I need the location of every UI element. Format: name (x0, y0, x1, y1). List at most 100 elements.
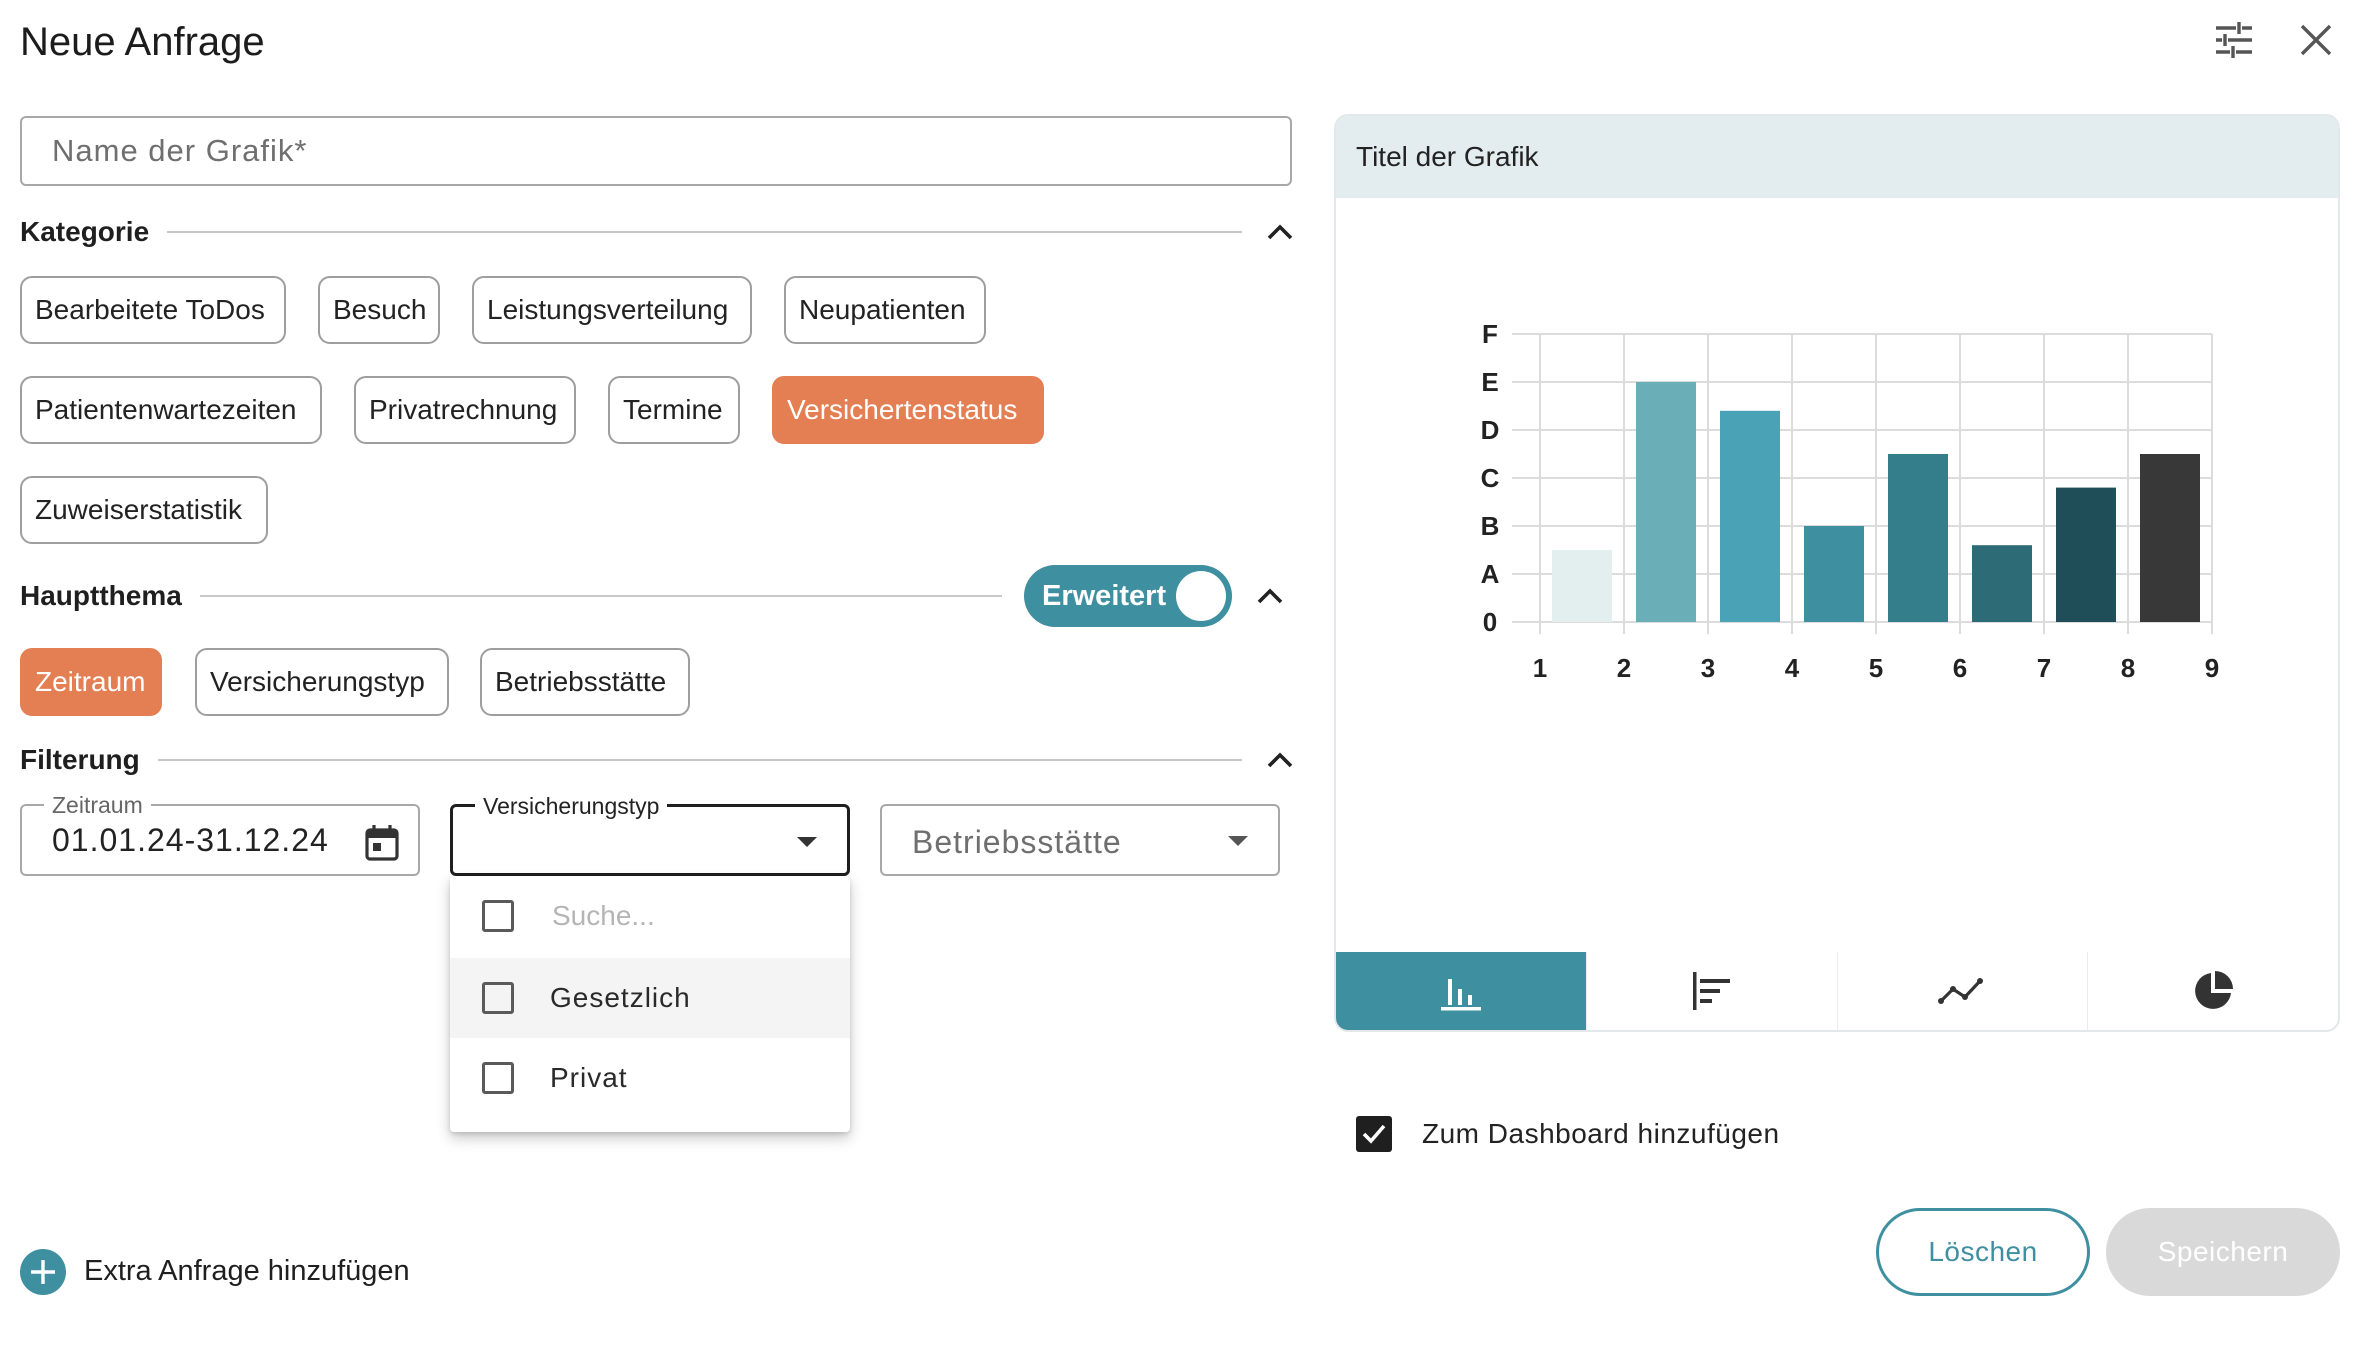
bar (1972, 545, 2032, 622)
hauptthema-label: Hauptthema (20, 580, 182, 611)
kategorie-label: Kategorie (20, 216, 150, 247)
chip-label: Leistungsverteilung (487, 294, 729, 325)
chip-zuweiserstatistik[interactable]: Zuweiserstatistik (20, 476, 268, 544)
bar (2140, 454, 2200, 622)
y-tick-label: E (1481, 367, 1498, 397)
pie-chart-icon (2195, 971, 2234, 1009)
versicherungstyp-menu: Gesetzlich Privat (450, 876, 850, 1132)
bar (1636, 382, 1696, 622)
chip-label: Zuweiserstatistik (35, 494, 242, 525)
line-chart-icon (1938, 978, 1984, 1004)
chip-termine[interactable]: Termine (608, 376, 740, 444)
settings-sliders-glyph (2216, 22, 2252, 58)
chip-patientenwartezeiten[interactable]: Patientenwartezeiten (20, 376, 322, 444)
chevron-up-icon[interactable] (1260, 212, 1300, 252)
x-tick-label: 5 (1869, 653, 1883, 683)
section-divider (199, 595, 1002, 597)
chip-bearbeitete-todos[interactable]: Bearbeitete ToDos (20, 276, 286, 344)
bar (2056, 487, 2116, 622)
erweitert-toggle[interactable]: Erweitert (1024, 565, 1232, 627)
filterung-section-header: Filterung (20, 740, 1300, 780)
bar (1552, 550, 1612, 622)
dashboard-checkbox[interactable] (1356, 1116, 1392, 1152)
chart-type-tabs (1336, 952, 2338, 1030)
chip-privatrechnung[interactable]: Privatrechnung (354, 376, 576, 444)
option-checkbox[interactable] (482, 982, 514, 1014)
dashboard-label: Zum Dashboard hinzufügen (1422, 1118, 1780, 1149)
menu-option-gesetzlich[interactable]: Gesetzlich (450, 958, 850, 1038)
checkmark-icon (1362, 1124, 1386, 1144)
menu-search-input[interactable] (550, 899, 834, 933)
bar-chart-icon (1440, 979, 1481, 1011)
chip-leistungsverteilung[interactable]: Leistungsverteilung (472, 276, 752, 344)
toggle-knob (1176, 571, 1226, 621)
close-glyph (2300, 24, 2332, 56)
x-tick-label: 1 (1533, 653, 1547, 683)
extra-request-link[interactable]: Extra Anfrage hinzufügen (84, 1255, 410, 1288)
chip-versichertenstatus[interactable]: Versichertenstatus (772, 376, 1044, 444)
x-tick-label: 2 (1617, 653, 1631, 683)
bar-chart: 0 ABCDEF 1 2 3 4 5 6 7 8 9 (1481, 319, 2220, 683)
add-circle-icon[interactable] (20, 1249, 66, 1295)
tab-horizontal-bar-chart[interactable] (1585, 952, 1837, 1030)
x-tick-label: 4 (1785, 653, 1800, 683)
zeitraum-value: 01.01.24-31.12.24 (52, 822, 329, 858)
versicherungstyp-field-label: Versicherungstyp (475, 793, 668, 819)
dropdown-arrow-icon (1228, 836, 1248, 846)
zeitraum-field-label: Zeitraum (44, 792, 151, 818)
tab-pie-chart[interactable] (2087, 952, 2338, 1030)
bar (1720, 410, 1780, 622)
chevron-up-icon[interactable] (1250, 576, 1290, 616)
chip-neupatienten[interactable]: Neupatienten (784, 276, 986, 344)
hauptthema-section-header: Hauptthema (20, 576, 1020, 616)
close-icon[interactable] (2292, 16, 2340, 64)
select-all-checkbox[interactable] (482, 900, 514, 932)
tab-line-chart[interactable] (1836, 952, 2088, 1030)
bar (1888, 454, 1948, 622)
chip-label: Bearbeitete ToDos (35, 294, 265, 325)
x-tick-label: 9 (2205, 653, 2219, 683)
dialog-title: Neue Anfrage (20, 20, 265, 64)
kategorie-section-header: Kategorie (20, 212, 1300, 252)
section-divider (157, 759, 1242, 761)
chevron-up-icon[interactable] (1260, 740, 1300, 780)
chart-name-input[interactable] (20, 116, 1292, 186)
x-tick-label: 3 (1701, 653, 1715, 683)
chip-label: Zeitraum (35, 666, 146, 697)
menu-option-privat[interactable]: Privat (450, 1038, 850, 1118)
y-tick-label: C (1481, 463, 1500, 493)
chip-betriebsstaette[interactable]: Betriebsstätte (480, 648, 690, 716)
chart-preview-panel: Titel der Grafik 0 ABCDEF 1 2 3 4 5 6 7 8 9 (1334, 114, 2340, 1032)
toggle-label: Erweitert (1042, 579, 1167, 612)
settings-sliders-icon[interactable] (2210, 16, 2258, 64)
chip-besuch[interactable]: Besuch (318, 276, 440, 344)
chip-versicherungstyp[interactable]: Versicherungstyp (195, 648, 449, 716)
y-tick-label: F (1482, 319, 1498, 349)
x-tick-label: 7 (2037, 653, 2051, 683)
panel-header: Titel der Grafik (1336, 116, 2338, 198)
betriebsstaette-select[interactable]: Betriebsstätte (880, 804, 1280, 876)
versicherungstyp-select[interactable]: Versicherungstyp (450, 793, 850, 876)
tab-bar-chart[interactable] (1336, 952, 1586, 1030)
section-divider (167, 231, 1242, 233)
chip-zeitraum[interactable]: Zeitraum (20, 648, 162, 716)
zeitraum-field[interactable]: Zeitraum 01.01.24-31.12.24 (20, 792, 420, 876)
delete-button[interactable]: Löschen (1876, 1208, 2090, 1296)
option-label: Gesetzlich (550, 982, 691, 1013)
calendar-icon[interactable] (364, 824, 400, 867)
y-tick-label: D (1481, 415, 1500, 445)
option-checkbox[interactable] (482, 1062, 514, 1094)
menu-search-row[interactable] (450, 876, 850, 956)
horizontal-bar-icon (1692, 972, 1730, 1010)
chip-label: Termine (623, 394, 723, 425)
chip-label: Betriebsstätte (495, 666, 667, 697)
chart-title: Titel der Grafik (1356, 141, 1539, 172)
filterung-label: Filterung (20, 744, 140, 775)
chip-label: Versicherungstyp (210, 666, 425, 697)
betriebsstaette-placeholder: Betriebsstätte (912, 824, 1122, 860)
dropdown-arrow-icon (797, 837, 817, 847)
save-button[interactable]: Speichern (2106, 1208, 2340, 1296)
bar (1804, 526, 1864, 622)
x-tick-label: 8 (2121, 653, 2135, 683)
chip-label: Besuch (333, 294, 427, 325)
